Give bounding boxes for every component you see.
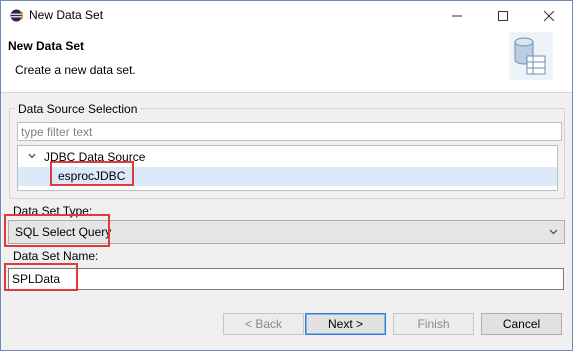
maximize-button[interactable]	[480, 1, 526, 30]
next-button[interactable]: Next >	[305, 313, 386, 335]
finish-button[interactable]: Finish	[393, 313, 474, 335]
back-button[interactable]: < Back	[223, 313, 304, 335]
data-set-name-label: Data Set Name:	[13, 249, 99, 263]
highlight-data-set-name	[4, 263, 78, 291]
database-icon	[509, 32, 553, 80]
new-data-set-dialog: New Data Set New Data Set Create a new d…	[0, 0, 573, 351]
cancel-button[interactable]: Cancel	[481, 313, 562, 335]
data-set-name-field[interactable]	[8, 268, 564, 290]
page-description: Create a new data set.	[15, 63, 136, 77]
highlight-esprocjdbc	[50, 161, 134, 186]
highlight-data-set-type	[4, 214, 110, 247]
page-title: New Data Set	[8, 39, 85, 53]
close-icon	[544, 10, 554, 21]
close-button[interactable]	[526, 1, 572, 30]
chevron-down-icon	[549, 229, 558, 235]
filter-input[interactable]	[17, 122, 562, 141]
minimize-button[interactable]	[434, 1, 480, 30]
data-source-group-title: Data Source Selection	[15, 102, 141, 116]
window-title: New Data Set	[29, 8, 104, 22]
wizard-header: New Data Set Create a new data set.	[1, 30, 572, 93]
title-bar[interactable]: New Data Set	[1, 1, 572, 30]
eclipse-app-icon	[10, 9, 23, 22]
minimize-icon	[452, 15, 462, 16]
chevron-down-icon[interactable]	[28, 153, 36, 159]
maximize-icon	[498, 10, 508, 21]
